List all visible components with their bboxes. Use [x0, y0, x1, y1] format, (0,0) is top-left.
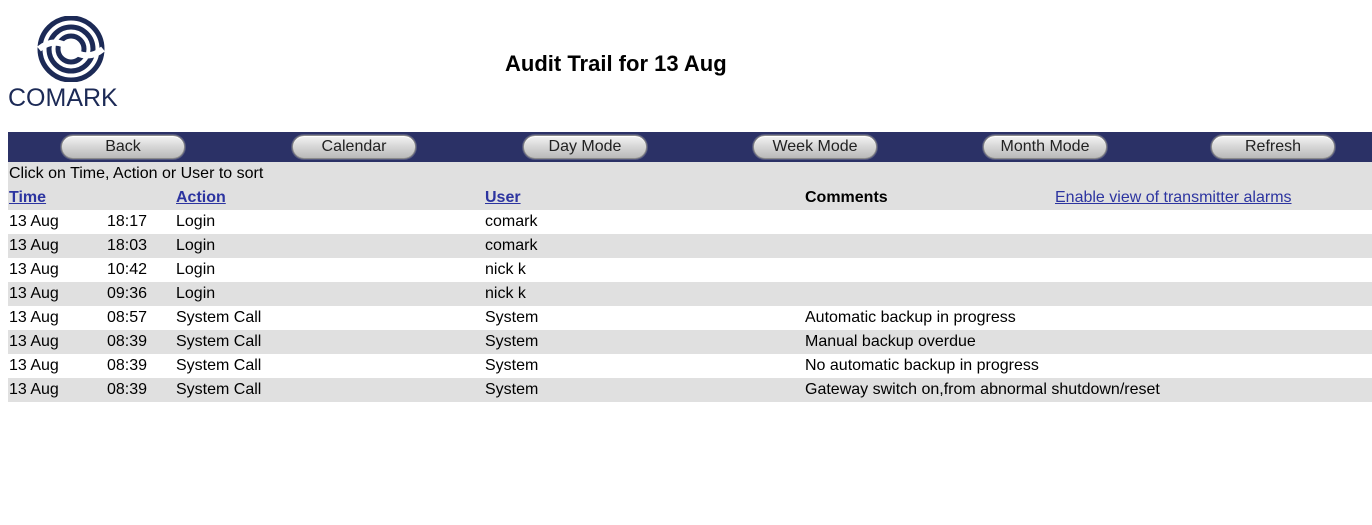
comark-logo-icon [37, 16, 105, 82]
table-header-row: Time Action User Comments Enable view of… [8, 186, 1372, 210]
row-action: Login [176, 261, 216, 278]
row-user: System [485, 309, 539, 326]
month-mode-button[interactable]: Month Mode [983, 135, 1107, 159]
table-row: 13 Aug 18:17 Login comark [8, 210, 1372, 234]
row-time: 08:39 [107, 333, 148, 350]
row-time: 10:42 [107, 261, 148, 278]
sort-by-time-link[interactable]: Time [9, 188, 46, 208]
sort-by-action-link[interactable]: Action [176, 188, 226, 208]
row-user: System [485, 381, 539, 398]
enable-transmitter-alarms-link[interactable]: Enable view of transmitter alarms [1055, 188, 1292, 208]
row-date: 13 Aug [9, 237, 59, 254]
row-user: System [485, 333, 539, 350]
calendar-button[interactable]: Calendar [292, 135, 416, 159]
row-user: comark [485, 213, 538, 230]
row-date: 13 Aug [9, 333, 59, 350]
audit-trail-page: COMARK Audit Trail for 13 Aug Back Calen… [0, 0, 1372, 525]
row-date: 13 Aug [9, 213, 59, 230]
row-time: 18:17 [107, 213, 148, 230]
row-date: 13 Aug [9, 261, 59, 278]
row-date: 13 Aug [9, 381, 59, 398]
row-date: 13 Aug [9, 309, 59, 326]
row-time: 08:57 [107, 309, 148, 326]
row-action: System Call [176, 357, 262, 374]
row-time: 09:36 [107, 285, 148, 302]
refresh-button[interactable]: Refresh [1211, 135, 1335, 159]
row-action: Login [176, 237, 216, 254]
row-comment: Manual backup overdue [805, 333, 976, 350]
week-mode-button[interactable]: Week Mode [753, 135, 877, 159]
comments-header: Comments [805, 189, 888, 206]
row-comment: No automatic backup in progress [805, 357, 1039, 374]
toolbar: Back Calendar Day Mode Week Mode Month M… [8, 132, 1372, 162]
comark-logo: COMARK [8, 16, 134, 112]
row-user: nick k [485, 261, 526, 278]
logo-text: COMARK [8, 84, 118, 112]
back-button[interactable]: Back [61, 135, 185, 159]
page-title: Audit Trail for 13 Aug [505, 51, 727, 76]
row-date: 13 Aug [9, 357, 59, 374]
table-row: 13 Aug 08:39 System Call System No autom… [8, 354, 1372, 378]
table-row: 13 Aug 09:36 Login nick k [8, 282, 1372, 306]
row-time: 08:39 [107, 357, 148, 374]
table-row: 13 Aug 08:39 System Call System Manual b… [8, 330, 1372, 354]
row-user: nick k [485, 285, 526, 302]
table-row: 13 Aug 08:39 System Call System Gateway … [8, 378, 1372, 402]
sort-by-user-link[interactable]: User [485, 188, 521, 208]
sort-hint: Click on Time, Action or User to sort [8, 162, 1372, 186]
row-action: System Call [176, 381, 262, 398]
table-row: 13 Aug 18:03 Login comark [8, 234, 1372, 258]
row-user: comark [485, 237, 538, 254]
sort-hint-text: Click on Time, Action or User to sort [9, 165, 264, 182]
row-action: Login [176, 285, 216, 302]
row-comment: Gateway switch on,from abnormal shutdown… [805, 381, 1160, 398]
row-user: System [485, 357, 539, 374]
row-action: Login [176, 213, 216, 230]
row-time: 18:03 [107, 237, 148, 254]
table-row: 13 Aug 10:42 Login nick k [8, 258, 1372, 282]
row-time: 08:39 [107, 381, 148, 398]
table-row: 13 Aug 08:57 System Call System Automati… [8, 306, 1372, 330]
row-action: System Call [176, 333, 262, 350]
row-action: System Call [176, 309, 262, 326]
row-comment: Automatic backup in progress [805, 309, 1016, 326]
day-mode-button[interactable]: Day Mode [523, 135, 647, 159]
row-date: 13 Aug [9, 285, 59, 302]
audit-table-body: 13 Aug 18:17 Login comark 13 Aug 18:03 L… [8, 210, 1372, 402]
